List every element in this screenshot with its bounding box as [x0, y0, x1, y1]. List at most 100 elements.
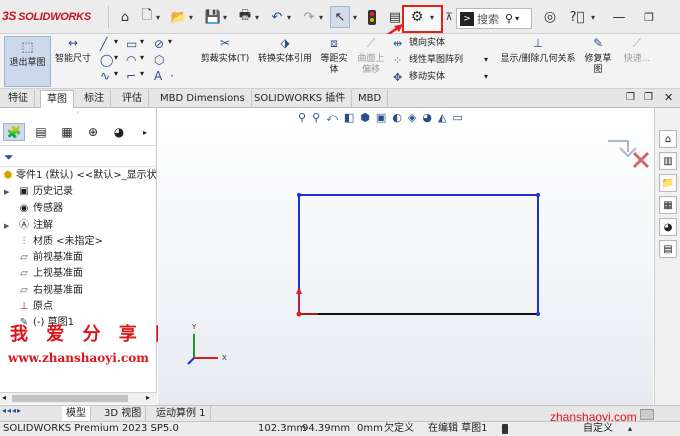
- circle-icon[interactable]: ◯: [100, 53, 113, 67]
- tree-item-material[interactable]: ⫶ 材质 <未指定>: [0, 234, 157, 250]
- offset-entities-button[interactable]: ⧈ 等距实体: [320, 37, 348, 76]
- fillet-icon[interactable]: ⌐: [126, 69, 136, 83]
- sketch-point[interactable]: [536, 312, 540, 316]
- chevron-down-icon[interactable]: ▾: [114, 69, 118, 78]
- tree-item-right-plane[interactable]: ▱ 右视基准面: [0, 283, 157, 299]
- tab-mbd-dimensions[interactable]: MBD Dimensions: [154, 90, 252, 108]
- rebuild-traffic-light-icon[interactable]: [368, 10, 376, 25]
- chevron-down-icon[interactable]: ▾: [252, 8, 262, 26]
- custom-properties-icon[interactable]: ▤: [659, 240, 677, 258]
- chevron-down-icon[interactable]: ▾: [515, 14, 519, 23]
- tree-item-history[interactable]: ▶ ▣ 历史记录: [0, 184, 157, 200]
- dimxpert-icon[interactable]: ⊕: [82, 123, 104, 141]
- chevron-down-icon[interactable]: ▾: [140, 37, 144, 46]
- tab-scroll-icon[interactable]: ◂◂◂▸: [2, 406, 22, 415]
- tree-horizontal-scrollbar[interactable]: ◂ ▸: [0, 392, 157, 404]
- chevron-down-icon[interactable]: ▾: [284, 8, 294, 26]
- tab-solidworks-addins[interactable]: SOLIDWORKS 插件: [248, 90, 353, 108]
- appearances-icon[interactable]: ◕: [659, 218, 677, 236]
- exit-sketch-button[interactable]: ⬚ 退出草图: [4, 36, 51, 87]
- sketch-point[interactable]: [536, 193, 540, 197]
- design-library-icon[interactable]: ▥: [659, 152, 677, 170]
- rebuild-status-icon[interactable]: [502, 424, 508, 434]
- home-icon[interactable]: ⌂: [116, 8, 134, 26]
- smart-dimension-button[interactable]: ↔ 智能尺寸: [52, 37, 94, 65]
- chevron-down-icon[interactable]: ▾: [114, 37, 118, 46]
- restore-panel-icon[interactable]: ❐: [626, 92, 635, 103]
- line-icon[interactable]: ╱: [100, 37, 107, 51]
- chevron-down-icon[interactable]: ▾: [153, 8, 163, 26]
- minimize-icon[interactable]: —: [610, 8, 628, 26]
- slot-icon[interactable]: ⊘: [154, 37, 164, 51]
- chevron-down-icon[interactable]: ▾: [316, 8, 326, 26]
- display-manager-icon[interactable]: ◕: [108, 123, 130, 141]
- search-icon[interactable]: ⚲: [505, 12, 513, 25]
- trim-entities-button[interactable]: ✂ 剪裁实体(T): [197, 37, 253, 65]
- search-box[interactable]: > 搜索 ⚲ ▾: [456, 8, 532, 29]
- sketch-canvas[interactable]: Y X: [158, 108, 653, 405]
- move-icon[interactable]: ✥: [393, 71, 402, 84]
- file-explorer-icon[interactable]: 📁: [659, 174, 677, 192]
- filter-icon[interactable]: ⏷: [4, 150, 14, 165]
- mirror-icon[interactable]: ⇹: [393, 37, 402, 50]
- tab-features[interactable]: 特征: [2, 90, 35, 108]
- configuration-manager-icon[interactable]: ▦: [56, 123, 78, 141]
- convert-entities-button[interactable]: ⬗ 转换实体引用: [253, 37, 317, 65]
- expand-tabs-icon[interactable]: ▸: [134, 123, 156, 141]
- polygon-icon[interactable]: ⬡: [154, 53, 164, 67]
- scroll-left-icon[interactable]: ◂: [2, 393, 6, 402]
- tree-root[interactable]: ⬢ 零件1 (默认) <<默认>_显示状: [0, 168, 157, 184]
- chevron-down-icon[interactable]: ▾: [140, 69, 144, 78]
- tree-item-top-plane[interactable]: ▱ 上视基准面: [0, 266, 157, 282]
- restore-icon[interactable]: ❐: [640, 8, 658, 26]
- show-relations-button[interactable]: ⊥ 显示/删除几何关系: [496, 37, 580, 65]
- chevron-down-icon[interactable]: ▾: [427, 8, 437, 26]
- chevron-down-icon[interactable]: ▾: [140, 53, 144, 62]
- tab-3d-view[interactable]: 3D 视图: [100, 406, 147, 421]
- scrollbar-thumb[interactable]: [12, 395, 128, 402]
- tab-sketch[interactable]: 草图: [40, 90, 74, 108]
- chevron-up-icon[interactable]: ▴: [628, 422, 632, 436]
- expand-icon[interactable]: ▶: [4, 218, 9, 234]
- move-entities-button[interactable]: 移动实体: [409, 72, 445, 83]
- linear-pattern-button[interactable]: 线性草图阵列: [409, 55, 463, 66]
- chevron-down-icon[interactable]: ▾: [588, 8, 598, 26]
- tree-item-front-plane[interactable]: ▱ 前视基准面: [0, 250, 157, 266]
- expand-icon[interactable]: ▶: [4, 184, 9, 200]
- restore-window-icon[interactable]: ❐: [644, 92, 653, 103]
- feature-tree-icon[interactable]: 🧩: [3, 123, 25, 141]
- tab-motion-study[interactable]: 运动算例 1: [152, 406, 211, 421]
- chevron-down-icon[interactable]: ▾: [350, 8, 360, 26]
- options-gear-icon[interactable]: ⚙: [408, 8, 426, 26]
- property-manager-icon[interactable]: ▤: [30, 123, 52, 141]
- offset-on-surface-button[interactable]: ⟋ 曲面上偏移: [356, 37, 386, 76]
- linear-pattern-icon[interactable]: ⁘: [393, 54, 402, 67]
- rapid-sketch-button[interactable]: ⟋ 快速...: [620, 37, 654, 65]
- spline-icon[interactable]: ∿: [100, 69, 110, 83]
- text-icon[interactable]: A: [154, 69, 162, 83]
- tab-evaluate[interactable]: 评估: [116, 90, 149, 108]
- sketch-point[interactable]: [297, 193, 301, 197]
- chevron-down-icon[interactable]: ▾: [186, 8, 196, 26]
- close-icon[interactable]: ✕: [664, 91, 673, 104]
- graphics-area[interactable]: ⚲⚲⤺◧⬢▣◐◈◕◭▭ Y X: [158, 108, 653, 405]
- chevron-down-icon[interactable]: ▾: [484, 72, 488, 81]
- help-icon[interactable]: ?⃝: [568, 8, 586, 26]
- rectangle-icon[interactable]: ▭: [126, 37, 137, 51]
- chevron-down-icon[interactable]: ▾: [484, 55, 488, 64]
- panel-grip-icon[interactable]: ◦: [76, 109, 80, 117]
- tree-item-sensors[interactable]: ◉ 传感器: [0, 201, 157, 217]
- repair-sketch-button[interactable]: ✎ 修复草图: [584, 37, 612, 76]
- chevron-down-icon[interactable]: ▾: [114, 53, 118, 62]
- tab-mbd[interactable]: MBD: [352, 90, 389, 108]
- search-input[interactable]: 搜索: [477, 11, 499, 27]
- confirmation-corner[interactable]: [608, 140, 650, 169]
- tab-model[interactable]: 模型: [62, 406, 91, 421]
- tree-item-annotations[interactable]: ▶ Ⓐ 注解: [0, 218, 157, 234]
- units-system[interactable]: 自定义: [583, 422, 613, 436]
- arc-icon[interactable]: ◠: [126, 53, 136, 67]
- tree-item-origin[interactable]: ⊥ 原点: [0, 299, 157, 315]
- point-icon[interactable]: ·: [170, 69, 174, 83]
- scroll-right-icon[interactable]: ▸: [146, 393, 150, 402]
- user-icon[interactable]: ◎: [541, 8, 559, 26]
